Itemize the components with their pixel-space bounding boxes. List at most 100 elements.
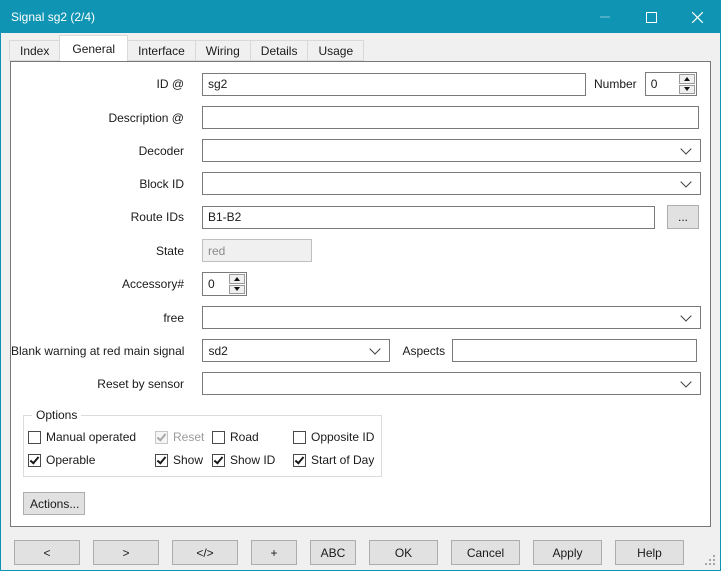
description-label: Description @ [11, 111, 202, 125]
cancel-button[interactable]: Cancel [451, 540, 520, 565]
accessory-spin-up-button[interactable] [229, 274, 245, 284]
aspects-input[interactable] [452, 339, 697, 362]
blank-warning-label: Blank warning at red main signal [11, 344, 202, 358]
checkbox-opposite-id[interactable]: Opposite ID [293, 430, 381, 444]
id-input[interactable] [202, 73, 586, 96]
checkbox-label: Operable [46, 453, 95, 467]
block-id-label-text: Block ID [139, 177, 184, 191]
help-button[interactable]: Help [615, 540, 684, 565]
close-button[interactable] [674, 1, 720, 33]
close-icon [692, 12, 703, 23]
route-ids-browse-button[interactable]: ... [667, 205, 699, 229]
ok-button[interactable]: OK [369, 540, 438, 565]
aspects-label: Aspects [402, 344, 445, 358]
reset-by-sensor-label: Reset by sensor [11, 377, 202, 391]
description-label-text: Description @ [108, 111, 184, 125]
accessory-spinner[interactable]: 0 [202, 272, 247, 296]
checkbox-show[interactable]: Show [155, 453, 212, 467]
free-label-text: free [163, 311, 184, 325]
check-icon [157, 431, 167, 441]
number-spinner-value: 0 [646, 73, 678, 95]
number-spin-down-button[interactable] [679, 85, 695, 95]
state-label: State [11, 244, 202, 258]
options-groupbox: Options Manual operated Reset Road Oppos… [23, 415, 382, 477]
route-ids-label: Route IDs [11, 210, 202, 224]
decoder-row: Decoder [11, 139, 710, 162]
state-input [202, 239, 312, 262]
tab-wiring[interactable]: Wiring [195, 40, 251, 61]
chevron-down-icon [680, 376, 691, 387]
number-spinner-buttons [678, 73, 696, 95]
checkbox-reset: Reset [155, 430, 212, 444]
free-combobox[interactable] [202, 306, 701, 329]
checkbox-label: Start of Day [311, 453, 374, 467]
block-id-combobox[interactable] [202, 172, 701, 195]
checkbox-box [155, 431, 168, 444]
chevron-down-icon [680, 176, 691, 187]
check-icon [30, 454, 40, 464]
titlebar[interactable]: Signal sg2 (2/4) [1, 1, 720, 33]
block-id-label: Block ID [11, 177, 202, 191]
checkbox-label: Manual operated [46, 430, 136, 444]
tab-interface[interactable]: Interface [127, 40, 196, 61]
checkbox-box [212, 431, 225, 444]
minimize-button[interactable] [582, 1, 628, 33]
nav-next-button[interactable]: > [93, 540, 159, 565]
accessory-spin-down-button[interactable] [229, 285, 245, 295]
nav-prev-button[interactable]: < [14, 540, 80, 565]
checkbox-label: Road [230, 430, 259, 444]
checkbox-box [155, 454, 168, 467]
arrow-down-icon [684, 87, 690, 91]
block-id-row: Block ID [11, 172, 710, 195]
options-checkbox-grid: Manual operated Reset Road Opposite ID O… [24, 416, 381, 467]
checkbox-show-id[interactable]: Show ID [212, 453, 293, 467]
decoder-label-text: Decoder [139, 144, 184, 158]
checkbox-manual-operated[interactable]: Manual operated [28, 430, 155, 444]
tab-details[interactable]: Details [250, 40, 309, 61]
xml-button[interactable]: </> [172, 540, 238, 565]
description-row: Description @ [11, 106, 710, 129]
number-label: Number [594, 77, 637, 91]
blank-warning-combobox[interactable]: sd2 [202, 339, 390, 362]
checkbox-start-of-day[interactable]: Start of Day [293, 453, 381, 467]
decoder-combobox[interactable] [202, 139, 701, 162]
chevron-down-icon [680, 143, 691, 154]
accessory-label-text: Accessory# [122, 277, 184, 291]
checkbox-operable[interactable]: Operable [28, 453, 155, 467]
checkbox-label: Reset [173, 430, 204, 444]
abc-button[interactable]: ABC [310, 540, 356, 565]
resize-grip[interactable] [705, 555, 716, 566]
add-button[interactable]: + [251, 540, 297, 565]
signal-properties-dialog: Signal sg2 (2/4) Index General Interface… [0, 0, 721, 571]
actions-button[interactable]: Actions... [23, 492, 85, 515]
checkbox-box [293, 454, 306, 467]
apply-button[interactable]: Apply [533, 540, 602, 565]
free-label: free [11, 311, 202, 325]
state-label-text: State [156, 244, 184, 258]
route-ids-row: Route IDs ... [11, 205, 710, 229]
tab-index[interactable]: Index [9, 40, 60, 61]
general-tab-panel: ID @ Number 0 Description @ Decoder [10, 61, 711, 527]
free-row: free [11, 306, 710, 329]
route-ids-input[interactable] [202, 206, 655, 229]
number-spin-up-button[interactable] [679, 74, 695, 84]
checkbox-box [293, 431, 306, 444]
arrow-up-icon [234, 277, 240, 281]
chevron-down-icon [370, 343, 381, 354]
check-icon [295, 454, 305, 464]
reset-by-sensor-label-text: Reset by sensor [97, 377, 184, 391]
checkbox-road[interactable]: Road [212, 430, 293, 444]
accessory-spinner-value: 0 [203, 273, 228, 295]
maximize-button[interactable] [628, 1, 674, 33]
number-spinner[interactable]: 0 [645, 72, 697, 96]
description-input[interactable] [202, 106, 699, 129]
chevron-down-icon [680, 310, 691, 321]
tab-bar: Index General Interface Wiring Details U… [1, 33, 720, 61]
tab-usage[interactable]: Usage [307, 40, 364, 61]
reset-by-sensor-row: Reset by sensor [11, 372, 710, 395]
tab-general[interactable]: General [59, 35, 128, 61]
decoder-label: Decoder [11, 144, 202, 158]
reset-by-sensor-combobox[interactable] [202, 372, 701, 395]
window-controls [582, 1, 720, 33]
check-icon [214, 454, 224, 464]
